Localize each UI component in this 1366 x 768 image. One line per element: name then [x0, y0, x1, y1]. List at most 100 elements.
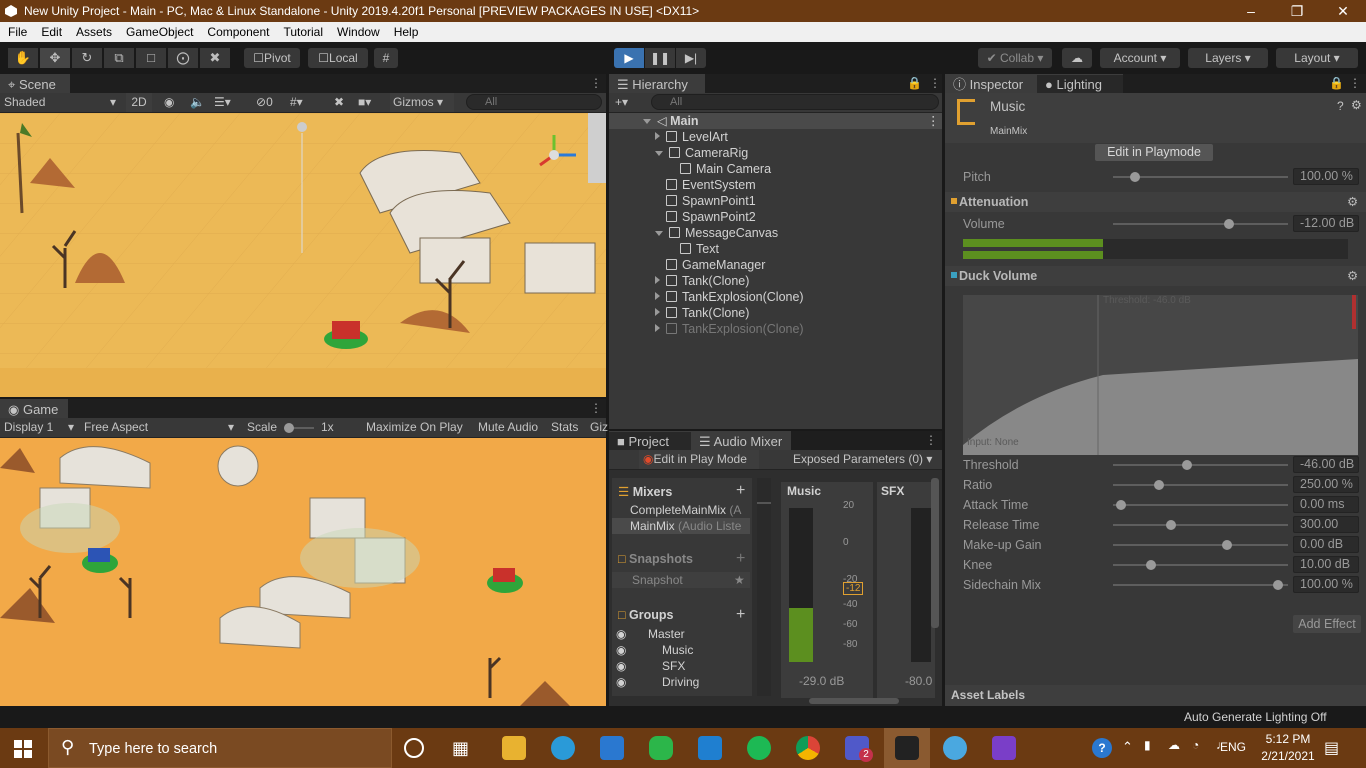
menu-tutorial[interactable]: Tutorial: [275, 22, 329, 42]
hierarchy-item[interactable]: LevelArt: [655, 129, 728, 145]
attenuation-gear-icon[interactable]: ⚙: [1347, 192, 1358, 212]
account-dropdown[interactable]: Account ▾: [1100, 48, 1180, 68]
wifi-icon[interactable]: ◔: [1192, 738, 1199, 752]
menu-component[interactable]: Component: [199, 22, 275, 42]
param-slider-knob[interactable]: [1116, 500, 1127, 510]
local-toggle[interactable]: ☐Local: [308, 48, 368, 68]
play-button[interactable]: ▶: [614, 48, 644, 68]
asset-labels-header[interactable]: Asset Labels: [945, 685, 1366, 706]
group-item[interactable]: ◉ SFX: [612, 658, 750, 674]
param-slider[interactable]: [1113, 475, 1288, 495]
notification-icon[interactable]: ▤: [1324, 738, 1339, 758]
tab-hierarchy[interactable]: ☰ Hierarchy: [609, 74, 705, 94]
chrome-icon[interactable]: [796, 736, 820, 760]
file-explorer-icon[interactable]: [502, 736, 526, 760]
visual-studio-icon[interactable]: [992, 736, 1016, 760]
paint-icon[interactable]: [943, 736, 967, 760]
add-effect-button[interactable]: Add Effect: [1293, 615, 1361, 633]
scene-menu-icon[interactable]: ⋮: [927, 113, 940, 129]
group-item[interactable]: ◉ Master: [612, 626, 750, 642]
pivot-toggle[interactable]: ☐Pivot: [244, 48, 300, 68]
horizontal-scrollbar[interactable]: [809, 698, 899, 704]
inspector-lock-icon[interactable]: 🔒: [1329, 76, 1344, 90]
scale-slider-knob[interactable]: [284, 423, 294, 433]
2d-toggle[interactable]: 2D: [126, 93, 152, 112]
param-slider-knob[interactable]: [1146, 560, 1156, 570]
close-button[interactable]: ✕: [1320, 0, 1366, 22]
scene-search-input[interactable]: All: [466, 94, 602, 110]
channel-strip-sfx[interactable]: SFX -80.0: [877, 482, 935, 698]
menu-help[interactable]: Help: [386, 22, 425, 42]
param-value[interactable]: -46.00 dB: [1293, 456, 1359, 473]
edit-in-play-mode-toggle[interactable]: ◉Edit in Play Mode: [639, 450, 759, 469]
cortana-icon[interactable]: [404, 738, 424, 758]
windows-start-icon[interactable]: [14, 740, 32, 758]
hand-tool-icon[interactable]: ✋: [8, 48, 38, 68]
scale-tool-icon[interactable]: ⧉: [104, 48, 134, 68]
param-slider-knob[interactable]: [1273, 580, 1284, 590]
mail-icon[interactable]: [600, 736, 624, 760]
add-snapshot-button[interactable]: +: [736, 550, 745, 568]
param-value[interactable]: 0.00 dB: [1293, 536, 1359, 553]
game-panel-menu-icon[interactable]: ⋮: [590, 401, 602, 415]
param-value[interactable]: 100.00 %: [1293, 576, 1359, 593]
panel-menu-icon[interactable]: ⋮: [590, 76, 602, 90]
collab-dropdown[interactable]: ✔ Collab ▾: [978, 48, 1052, 68]
volume-slider[interactable]: [1113, 214, 1288, 234]
audio-toggle-icon[interactable]: 🔈: [190, 93, 205, 112]
hierarchy-item[interactable]: Text: [669, 241, 719, 257]
move-tool-icon[interactable]: ✥: [40, 48, 70, 68]
grid-toggle-icon[interactable]: #▾: [290, 93, 303, 112]
param-value[interactable]: 10.00 dB: [1293, 556, 1359, 573]
pitch-value[interactable]: 100.00 %: [1293, 168, 1359, 185]
edge-icon[interactable]: [551, 736, 575, 760]
scale-slider[interactable]: [284, 418, 314, 437]
hierarchy-item[interactable]: TankExplosion(Clone): [655, 289, 804, 305]
volume-slider-knob[interactable]: [1223, 219, 1234, 229]
hierarchy-item[interactable]: SpawnPoint2: [655, 209, 756, 225]
hierarchy-item[interactable]: TankExplosion(Clone): [655, 321, 804, 337]
param-value[interactable]: 300.00 ms: [1293, 516, 1359, 546]
aspect-dropdown[interactable]: Free Aspect ▾: [84, 418, 240, 437]
stats-toggle[interactable]: Stats: [551, 418, 578, 437]
tools-icon[interactable]: ✖: [334, 93, 344, 112]
param-slider[interactable]: [1113, 515, 1288, 535]
hierarchy-item[interactable]: SpawnPoint1: [655, 193, 756, 209]
param-slider-knob[interactable]: [1165, 520, 1176, 530]
group-item[interactable]: ◉ Music: [612, 642, 750, 658]
pitch-slider-knob[interactable]: [1129, 172, 1140, 182]
collapse-arrow-icon[interactable]: [655, 151, 663, 156]
vertical-scrollbar[interactable]: [931, 478, 939, 628]
attenuation-header[interactable]: Attenuation ⚙: [945, 192, 1366, 212]
exposed-parameters-dropdown[interactable]: Exposed Parameters (0) ▾: [793, 450, 932, 469]
hidden-objects-toggle[interactable]: ⊘0: [256, 93, 273, 112]
param-value[interactable]: 250.00 %: [1293, 476, 1359, 493]
mute-audio-toggle[interactable]: Mute Audio: [478, 418, 538, 437]
spotify-icon[interactable]: [747, 736, 771, 760]
collapse-arrow-icon[interactable]: [655, 231, 663, 236]
custom-tool-icon[interactable]: ✖: [200, 48, 230, 68]
line-icon[interactable]: [649, 736, 673, 760]
maximize-on-play-toggle[interactable]: Maximize On Play: [366, 418, 463, 437]
eye-icon[interactable]: ◉: [616, 626, 626, 642]
param-slider-knob[interactable]: [1182, 460, 1193, 470]
add-mixer-button[interactable]: +: [736, 482, 745, 500]
task-view-icon[interactable]: ▦: [452, 738, 469, 759]
menu-gameobject[interactable]: GameObject: [118, 22, 199, 42]
hierarchy-menu-icon[interactable]: ⋮: [929, 76, 941, 90]
param-slider[interactable]: [1113, 555, 1288, 575]
rotate-tool-icon[interactable]: ↻: [72, 48, 102, 68]
maximize-button[interactable]: ❐: [1274, 0, 1320, 22]
expand-arrow-icon[interactable]: [655, 324, 660, 332]
game-gizmos-toggle[interactable]: Giz: [590, 418, 608, 437]
group-item[interactable]: ◉ Driving: [612, 674, 750, 690]
tab-lighting[interactable]: ● Lighting: [1037, 74, 1123, 94]
hierarchy-item[interactable]: GameManager: [655, 257, 765, 273]
mixer-item[interactable]: CompleteMainMix (A: [612, 502, 750, 518]
duck-volume-graph[interactable]: Threshold: -46.0 dB Input: None: [963, 295, 1358, 455]
hierarchy-item[interactable]: Tank(Clone): [655, 305, 749, 321]
pitch-slider[interactable]: [1113, 167, 1288, 187]
snapshot-item[interactable]: Snapshot ★: [612, 572, 750, 588]
unity-taskbar-item[interactable]: [884, 728, 930, 768]
expand-arrow-icon[interactable]: [655, 276, 660, 284]
